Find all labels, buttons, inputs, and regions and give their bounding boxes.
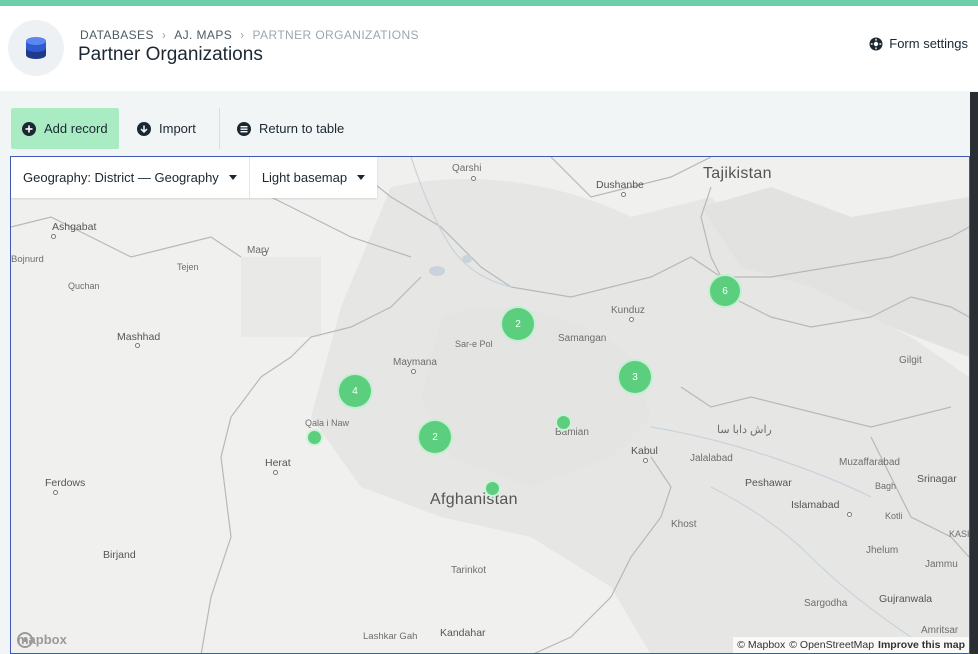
return-to-table-button[interactable]: Return to table — [237, 108, 344, 149]
map-label-city: Jammu — [925, 559, 958, 570]
map-cluster[interactable]: 6 — [708, 274, 742, 308]
map-canvas[interactable]: Tajikistan Afghanistan Qarshi Dushanbe A… — [10, 156, 970, 654]
attribution-mapbox-link[interactable]: © Mapbox — [737, 639, 785, 651]
map-label-city: Qala i Naw — [305, 418, 350, 428]
map-attribution: © Mapbox © OpenStreetMap Improve this ma… — [733, 637, 969, 653]
breadcrumb: DATABASES › AJ. MAPS › PARTNER ORGANIZAT… — [80, 28, 419, 42]
mapbox-mark-icon — [17, 632, 33, 648]
form-settings-button[interactable]: Form settings — [869, 36, 968, 51]
map-label-city: Mashhad — [117, 331, 161, 343]
city-dot — [135, 343, 140, 348]
map-label-city: Khost — [671, 519, 697, 530]
breadcrumb-databases[interactable]: DATABASES — [80, 28, 154, 42]
chevron-right-icon: › — [161, 28, 167, 42]
map-label-city: Kandahar — [440, 627, 486, 639]
caret-down-icon — [228, 175, 237, 180]
improve-map-link[interactable]: Improve this map — [878, 639, 965, 651]
page-title: Partner Organizations — [78, 44, 263, 65]
chevron-right-icon: › — [240, 28, 245, 42]
map-label-city: Herat — [265, 457, 291, 469]
add-record-label: Add record — [44, 121, 108, 136]
basemap-select-value: Light basemap — [261, 170, 348, 185]
map-cluster[interactable]: 2 — [417, 419, 453, 455]
map-marker[interactable] — [484, 480, 501, 497]
map-label-city: Quchan — [68, 281, 100, 291]
map-label-city: Jhelum — [866, 545, 899, 556]
map-label-city: Kunduz — [611, 305, 645, 316]
caret-down-icon — [357, 175, 366, 180]
map-label-city: Dushanbe — [596, 179, 644, 191]
map-label-city: Gilgit — [899, 355, 922, 366]
window-edge — [970, 92, 978, 654]
table-icon — [237, 121, 251, 136]
map-cluster[interactable]: 3 — [617, 359, 653, 395]
map-label-city: Lashkar Gah — [363, 631, 418, 642]
import-icon — [137, 121, 151, 136]
map-controls: Geography: District — Geography Light ba… — [11, 157, 378, 198]
attribution-osm-link[interactable]: © OpenStreetMap — [789, 639, 874, 651]
map-label-city: Muzaffarabad — [839, 457, 900, 468]
geography-select[interactable]: Geography: District — Geography — [11, 157, 249, 198]
geography-select-value: Geography: District — Geography — [23, 170, 219, 185]
basemap — [11, 157, 969, 653]
map-label-city: Qarshi — [452, 163, 482, 174]
map-label-city: Peshawar — [745, 477, 792, 489]
import-label: Import — [159, 121, 196, 136]
city-dot — [847, 512, 852, 517]
form-settings-label: Form settings — [889, 36, 968, 51]
map-label-city: Kabul — [631, 445, 658, 457]
mapbox-logo[interactable]: mapbox — [17, 632, 67, 648]
map-label-city: Amritsar — [921, 625, 959, 636]
map-cluster[interactable]: 2 — [500, 306, 536, 342]
city-dot — [262, 251, 267, 256]
import-button[interactable]: Import — [137, 108, 196, 149]
map-marker[interactable] — [306, 429, 323, 446]
city-dot — [621, 192, 626, 197]
map-label-city: Kotli — [885, 511, 903, 521]
basemap-select[interactable]: Light basemap — [248, 157, 377, 198]
map-label-city: KASH — [949, 529, 969, 539]
map-label-country: Afghanistan — [430, 491, 518, 508]
map-label-country: Tajikistan — [703, 165, 772, 182]
map-label-city: Maymana — [393, 357, 437, 368]
city-dot — [53, 490, 58, 495]
city-dot — [471, 176, 476, 181]
toolbar: Add record Import Return to table — [0, 108, 978, 150]
map-label-city: Bagh — [875, 481, 897, 491]
page-header: DATABASES › AJ. MAPS › PARTNER ORGANIZAT… — [0, 6, 978, 91]
database-icon — [26, 37, 46, 59]
breadcrumb-current: PARTNER ORGANIZATIONS — [252, 28, 419, 42]
city-dot — [411, 369, 416, 374]
map-marker[interactable] — [555, 414, 572, 431]
map-label-city: Sargodha — [804, 598, 848, 609]
map-label-city: Tejen — [177, 262, 199, 272]
map-label-city: Sar-e Pol — [455, 339, 493, 349]
add-record-button[interactable]: Add record — [11, 108, 119, 149]
map-label-city: Islamabad — [791, 499, 840, 511]
city-dot — [629, 317, 634, 322]
map-label-city: Gujranwala — [879, 593, 933, 605]
map-label-city: Samangan — [558, 333, 607, 344]
database-icon-badge — [8, 20, 64, 76]
toolbar-divider — [219, 108, 220, 149]
map-cluster[interactable]: 4 — [337, 373, 373, 409]
plus-circle-icon — [22, 121, 36, 136]
map-label-city: Tarinkot — [451, 565, 487, 576]
city-dot — [51, 234, 56, 239]
map-label-city: Ashgabat — [52, 221, 97, 233]
city-dot — [643, 458, 648, 463]
map-label-city: Jalalabad — [690, 453, 733, 464]
map-label-city: Srinagar — [917, 473, 957, 485]
map-label-city: Ferdows — [45, 477, 86, 489]
map-label-city: Bojnurd — [11, 254, 44, 265]
map-label-city: Birjand — [103, 549, 136, 561]
map-label-city: راش دابا سا — [717, 424, 772, 436]
city-dot — [273, 470, 278, 475]
gear-icon — [869, 37, 883, 50]
breadcrumb-database[interactable]: AJ. MAPS — [174, 28, 232, 42]
return-to-table-label: Return to table — [259, 121, 345, 136]
